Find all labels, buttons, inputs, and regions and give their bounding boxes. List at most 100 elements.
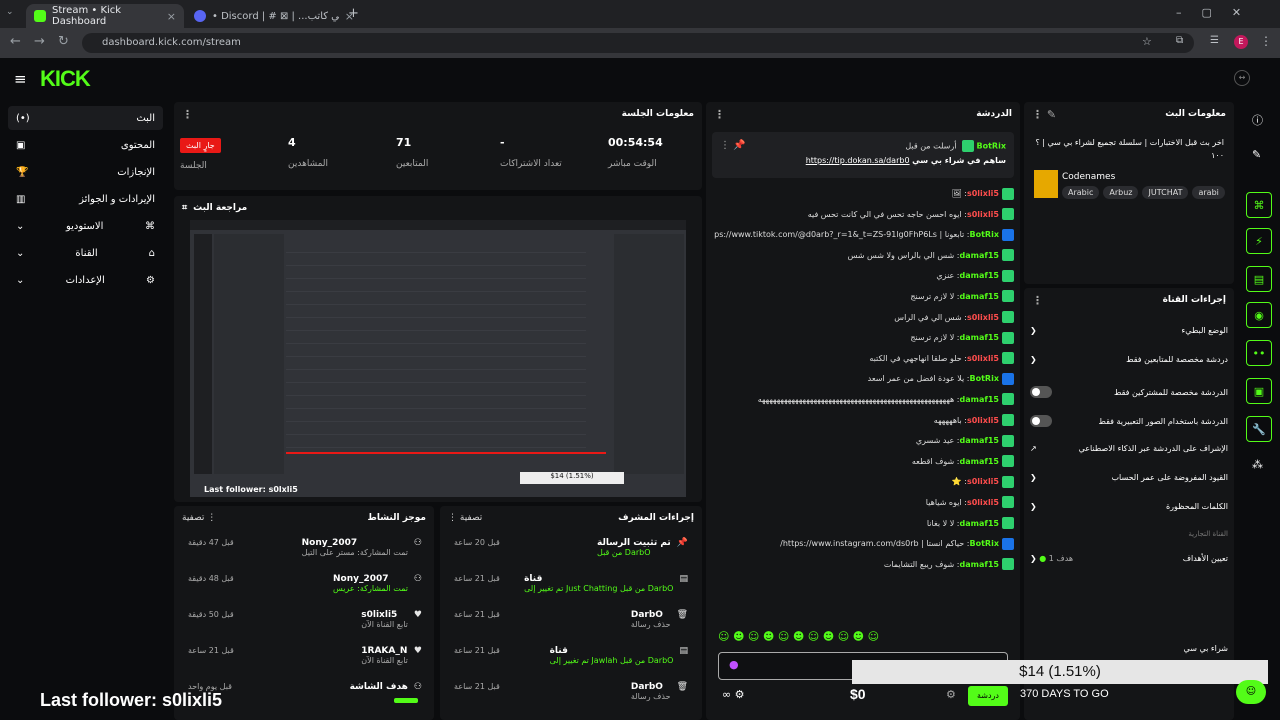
- pinned-actions[interactable]: ⋮ 📌: [720, 140, 746, 151]
- browser-menu-icon[interactable]: ⋮: [1260, 34, 1272, 48]
- reload-icon[interactable]: ↻: [58, 34, 69, 49]
- user-badge-icon: [1002, 496, 1014, 509]
- category-name[interactable]: Codenames: [1062, 172, 1115, 182]
- category-thumbnail: [1034, 170, 1058, 198]
- assign-goals-item[interactable]: ❯ ● هدف 1 تعيين الأهداف: [1030, 554, 1228, 563]
- window-controls[interactable]: –▢✕: [1176, 6, 1261, 19]
- browser-tab-discord[interactable]: • Discord | # ⊠ | ...الشعبي كاتب ×: [186, 4, 362, 28]
- chat-message: BotRix: يلا عودة افضل من عمر اسعد: [714, 369, 1014, 390]
- tag[interactable]: Arabic: [1062, 186, 1100, 199]
- user-badge-icon: [1002, 517, 1014, 529]
- chat-username[interactable]: s0lixli5: [967, 498, 999, 507]
- wrench-icon[interactable]: 🔧: [1246, 416, 1272, 442]
- url-input[interactable]: dashboard.kick.com/stream: [82, 33, 1194, 53]
- back-icon[interactable]: ←: [10, 34, 21, 49]
- pencil-icon[interactable]: ✎: [1252, 148, 1261, 161]
- user-badge-icon: [1002, 249, 1014, 262]
- tab-search-icon[interactable]: ⌄: [6, 7, 14, 17]
- chat-username[interactable]: damaf15: [960, 395, 999, 404]
- sidepanel-icon[interactable]: ☰: [1210, 35, 1219, 46]
- mic-icon[interactable]: ●: [729, 658, 739, 671]
- stream-preview-video[interactable]: $14 (1.51%) Last follower: s0lxli5: [190, 220, 686, 497]
- sidebar-item-content[interactable]: ▣ المحتوى: [8, 133, 163, 157]
- live-status: جارٍ البث الجلسة: [180, 138, 221, 171]
- chat-message: damaf15: ههههههههههههههههههههههههههههههه…: [714, 390, 1014, 411]
- hamburger-menu-icon[interactable]: ≡: [14, 70, 27, 88]
- forward-icon[interactable]: →: [34, 34, 45, 49]
- sidebar-item-settings[interactable]: ⌄ الإعدادات ⚙: [8, 268, 163, 292]
- chat-username[interactable]: s0lixli5: [967, 354, 999, 363]
- chat-bubble-icon[interactable]: ◉: [1246, 302, 1272, 328]
- subs-only-toggle[interactable]: [1030, 386, 1052, 398]
- chat-username[interactable]: BotRix: [970, 374, 999, 383]
- pinned-message[interactable]: أرسلت من قبل BotRix https://tip.dokan.sa…: [712, 132, 1014, 178]
- chat-username[interactable]: damaf15: [960, 251, 999, 260]
- user-badge-icon: [1002, 331, 1014, 344]
- discord-favicon-icon: [194, 10, 206, 22]
- ai-moderation-item[interactable]: ↗ الإشراف على الدردشة عبر الذكاء الاصطناع…: [1030, 444, 1228, 453]
- layout-icon[interactable]: ▣: [1246, 378, 1272, 404]
- raid-icon[interactable]: ⌘: [1246, 192, 1272, 218]
- chat-username[interactable]: damaf15: [960, 271, 999, 280]
- tag[interactable]: arabi: [1192, 186, 1225, 199]
- chat-username[interactable]: damaf15: [960, 333, 999, 342]
- banned-words-item[interactable]: ❯ الكلمات المحظورة: [1030, 502, 1228, 511]
- chat-text: حلو صلقا انهاجهي في الكتبه: [869, 353, 962, 363]
- chat-username[interactable]: damaf15: [960, 519, 999, 528]
- followers-only-item[interactable]: ❯ دردشة مخصصة للمتابعين فقط: [1030, 355, 1228, 364]
- kick-logo[interactable]: KICK: [40, 66, 91, 92]
- more-options-icon[interactable]: ⋮: [714, 108, 725, 121]
- chat-fab-button[interactable]: ☺: [1236, 680, 1266, 704]
- more-options-icon[interactable]: ⋮: [182, 108, 193, 121]
- new-tab-icon[interactable]: +: [348, 6, 359, 21]
- slow-mode-item[interactable]: ❯ الوضع البطيء: [1030, 326, 1228, 335]
- close-tab-icon[interactable]: ×: [167, 10, 176, 23]
- bookmark-star-icon[interactable]: ☆: [1142, 35, 1152, 48]
- emote-only-toggle[interactable]: [1030, 415, 1052, 427]
- more-options-icon[interactable]: ⋮: [1032, 294, 1043, 307]
- sidebar-item-studio[interactable]: ⌄ الاستوديو ⌘: [8, 214, 163, 238]
- chat-username[interactable]: damaf15: [960, 560, 999, 569]
- sidebar-item-achievements[interactable]: 🏆 الإنجازات: [8, 160, 163, 184]
- chat-username[interactable]: damaf15: [960, 436, 999, 445]
- chat-username[interactable]: s0lixli5: [967, 313, 999, 322]
- chat-username[interactable]: BotRix: [970, 539, 999, 548]
- browser-tab-kick[interactable]: Stream • Kick Dashboard ×: [26, 4, 184, 28]
- chat-username[interactable]: s0lixli5: [967, 189, 999, 198]
- send-chat-button[interactable]: دردشة: [968, 686, 1008, 706]
- emote-only-item[interactable]: الدردشة باستخدام الصور التعبيرية فقط: [1030, 415, 1228, 427]
- profile-avatar[interactable]: E: [1234, 35, 1248, 49]
- user-badge-icon: [1002, 208, 1014, 221]
- chat-tools-icon[interactable]: ∞ ⚙: [722, 688, 745, 701]
- edit-icon[interactable]: ⋮ ✎: [1032, 108, 1056, 121]
- preview-titlebar: [190, 220, 686, 230]
- tag[interactable]: JUTCHAT: [1142, 186, 1189, 199]
- share-icon[interactable]: ⁂: [1252, 458, 1263, 471]
- emote-bar[interactable]: ☺ ☻ ☺ ☻ ☺ ☻ ☺ ☻ ☺ ☻ ☺: [718, 630, 1008, 648]
- chat-username[interactable]: BotRix: [970, 230, 999, 239]
- filter-control[interactable]: تصفية ⋮: [182, 513, 216, 523]
- chat-username[interactable]: s0lixli5: [967, 210, 999, 219]
- chat-message: BotRix: تابعونا | https://www.tiktok.com…: [714, 225, 1014, 246]
- viewers-value: 4: [288, 136, 296, 149]
- info-icon[interactable]: ⓘ: [1252, 112, 1263, 128]
- account-age-item[interactable]: ❯ القيود المفروضة على عمر الحساب: [1030, 473, 1228, 482]
- lightning-icon[interactable]: ⚡: [1246, 228, 1272, 254]
- chat-username[interactable]: s0lixli5: [967, 416, 999, 425]
- sidebar-item-revenue[interactable]: ▥ الإيرادات و الجوائز: [8, 187, 163, 211]
- chat-settings-icon[interactable]: ⚙: [946, 688, 956, 701]
- subs-only-item[interactable]: الدردشة مخصصة للمشتركين فقط: [1030, 386, 1228, 398]
- document-icon[interactable]: ▤: [1246, 266, 1272, 292]
- sidebar-item-live[interactable]: (•) البث: [8, 106, 163, 130]
- app-header: [0, 58, 1280, 100]
- kick-favicon-icon: [34, 10, 46, 22]
- tag[interactable]: Arbuz: [1103, 186, 1139, 199]
- chat-username[interactable]: damaf15: [960, 292, 999, 301]
- record-icon[interactable]: ••: [1246, 340, 1272, 366]
- filter-control[interactable]: ⋮ تصفية: [448, 513, 482, 523]
- extensions-icon[interactable]: ⧉: [1176, 35, 1183, 46]
- chat-username[interactable]: damaf15: [960, 457, 999, 466]
- sidebar-item-channel[interactable]: ⌄ القناة ⌂: [8, 241, 163, 265]
- user-menu-icon[interactable]: ↔: [1234, 70, 1250, 86]
- chat-username[interactable]: s0lixli5: [967, 477, 999, 486]
